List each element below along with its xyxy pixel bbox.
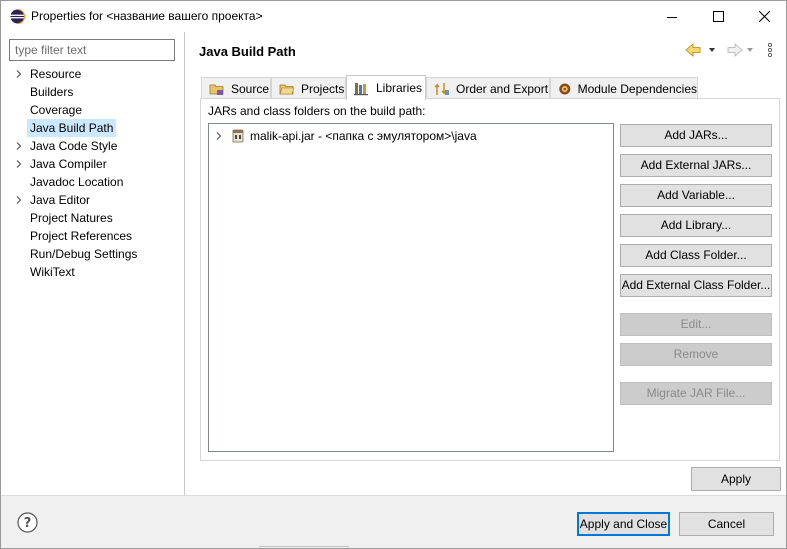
jar-entry-label: malik-api.jar - <папка с эмулятором>\jav… <box>250 129 477 143</box>
minimize-button[interactable] <box>649 1 695 32</box>
edit-button[interactable]: Edit... <box>620 313 772 336</box>
tab-order-and-export[interactable]: Order and Export <box>426 77 550 99</box>
projects-folder-icon <box>279 84 295 94</box>
tree-item-wikitext[interactable]: WikiText <box>1 263 185 281</box>
jar-icon <box>232 129 244 143</box>
build-path-label: JARs and class folders on the build path… <box>208 104 426 118</box>
back-arrow-icon[interactable] <box>685 43 701 57</box>
forward-arrow-icon[interactable] <box>727 43 743 57</box>
tab-source[interactable]: Source <box>201 77 271 99</box>
maximize-button[interactable] <box>695 1 741 32</box>
tab-label: Order and Export <box>456 81 549 96</box>
chevron-right-icon[interactable] <box>15 160 23 168</box>
tree-item-resource[interactable]: Resource <box>1 65 185 83</box>
tab-label: Source <box>231 81 270 96</box>
tree-item-label: Java Build Path <box>27 119 117 137</box>
apply-and-close-button[interactable]: Apply and Close <box>577 512 670 536</box>
forward-menu-chevron-icon[interactable] <box>747 48 753 52</box>
tree-item-project-natures[interactable]: Project Natures <box>1 209 185 227</box>
libraries-icon <box>354 83 368 96</box>
remove-button[interactable]: Remove <box>620 343 772 366</box>
tree-item-java-code-style[interactable]: Java Code Style <box>1 137 185 155</box>
chevron-right-icon[interactable] <box>15 70 23 78</box>
tab-label: Module Dependencies <box>577 81 697 96</box>
add-jars-button[interactable]: Add JARs... <box>620 124 772 147</box>
sash-divider[interactable] <box>259 546 349 548</box>
tree-item-label: Java Editor <box>30 193 91 207</box>
tab-module-dependencies[interactable]: Module Dependencies <box>550 77 698 99</box>
title-bar[interactable]: Properties for <название вашего проекта> <box>1 1 786 32</box>
minimize-icon <box>667 16 677 18</box>
order-export-icon <box>434 82 449 95</box>
tree-item-label: Javadoc Location <box>30 175 124 189</box>
tree-item-java-compiler[interactable]: Java Compiler <box>1 155 185 173</box>
library-list[interactable]: malik-api.jar - <папка с эмулятором>\jav… <box>208 123 614 452</box>
add-variable-button[interactable]: Add Variable... <box>620 184 772 207</box>
chevron-right-icon[interactable] <box>15 142 23 150</box>
close-icon <box>758 11 770 22</box>
tree-item-java-editor[interactable]: Java Editor <box>1 191 185 209</box>
tab-projects[interactable]: Projects <box>271 77 346 99</box>
tree-item-label: Resource <box>30 67 82 81</box>
close-window-button[interactable] <box>741 1 787 32</box>
tree-item-project-references[interactable]: Project References <box>1 227 185 245</box>
tree-item-coverage[interactable]: Coverage <box>1 101 185 119</box>
module-dependencies-icon <box>559 82 571 95</box>
tree-item-label: Project Natures <box>30 211 113 225</box>
back-menu-chevron-icon[interactable] <box>709 48 715 52</box>
tree-item-label: Builders <box>30 85 74 99</box>
add-class-folder-button[interactable]: Add Class Folder... <box>620 244 772 267</box>
filter-input[interactable] <box>9 39 175 61</box>
chevron-right-icon[interactable] <box>15 196 23 204</box>
add-library-button[interactable]: Add Library... <box>620 214 772 237</box>
preference-tree-pane: Resource Builders Coverage Java Build Pa… <box>1 32 185 495</box>
properties-dialog: Properties for <название вашего проекта>… <box>0 0 787 549</box>
add-external-jars-button[interactable]: Add External JARs... <box>620 154 772 177</box>
tab-label: Projects <box>301 81 345 96</box>
svg-text:?: ? <box>24 516 32 531</box>
cancel-button[interactable]: Cancel <box>679 512 774 536</box>
tree-item-java-build-path[interactable]: Java Build Path <box>1 119 185 137</box>
tree-item-label: Java Compiler <box>30 157 107 171</box>
migrate-jar-button[interactable]: Migrate JAR File... <box>620 382 772 405</box>
tree-item-label: WikiText <box>30 265 75 279</box>
tree-item-label: Java Code Style <box>30 139 118 153</box>
tree-item-builders[interactable]: Builders <box>1 83 185 101</box>
page-title: Java Build Path <box>199 44 296 59</box>
tab-libraries[interactable]: Libraries <box>346 75 426 100</box>
tree-item-run-debug-settings[interactable]: Run/Debug Settings <box>1 245 185 263</box>
tab-label: Libraries <box>376 81 423 95</box>
tree-item-label: Run/Debug Settings <box>30 247 138 261</box>
help-icon[interactable]: ? <box>17 512 38 533</box>
tree-item-label: Coverage <box>30 103 83 117</box>
list-item[interactable]: malik-api.jar - <папка с эмулятором>\jav… <box>215 127 477 145</box>
eclipse-icon <box>10 9 25 24</box>
tree-item-javadoc-location[interactable]: Javadoc Location <box>1 173 185 191</box>
chevron-right-icon[interactable] <box>215 132 223 140</box>
add-external-class-folder-button[interactable]: Add External Class Folder... <box>620 274 772 297</box>
window-title: Properties for <название вашего проекта> <box>31 9 263 23</box>
view-menu-icon[interactable] <box>767 42 773 58</box>
source-folder-icon <box>209 84 224 95</box>
apply-button[interactable]: Apply <box>691 467 781 491</box>
preference-tree: Resource Builders Coverage Java Build Pa… <box>1 65 185 281</box>
maximize-icon <box>712 11 724 22</box>
navigation-toolbar <box>685 42 773 58</box>
tree-item-label: Project References <box>30 229 133 243</box>
